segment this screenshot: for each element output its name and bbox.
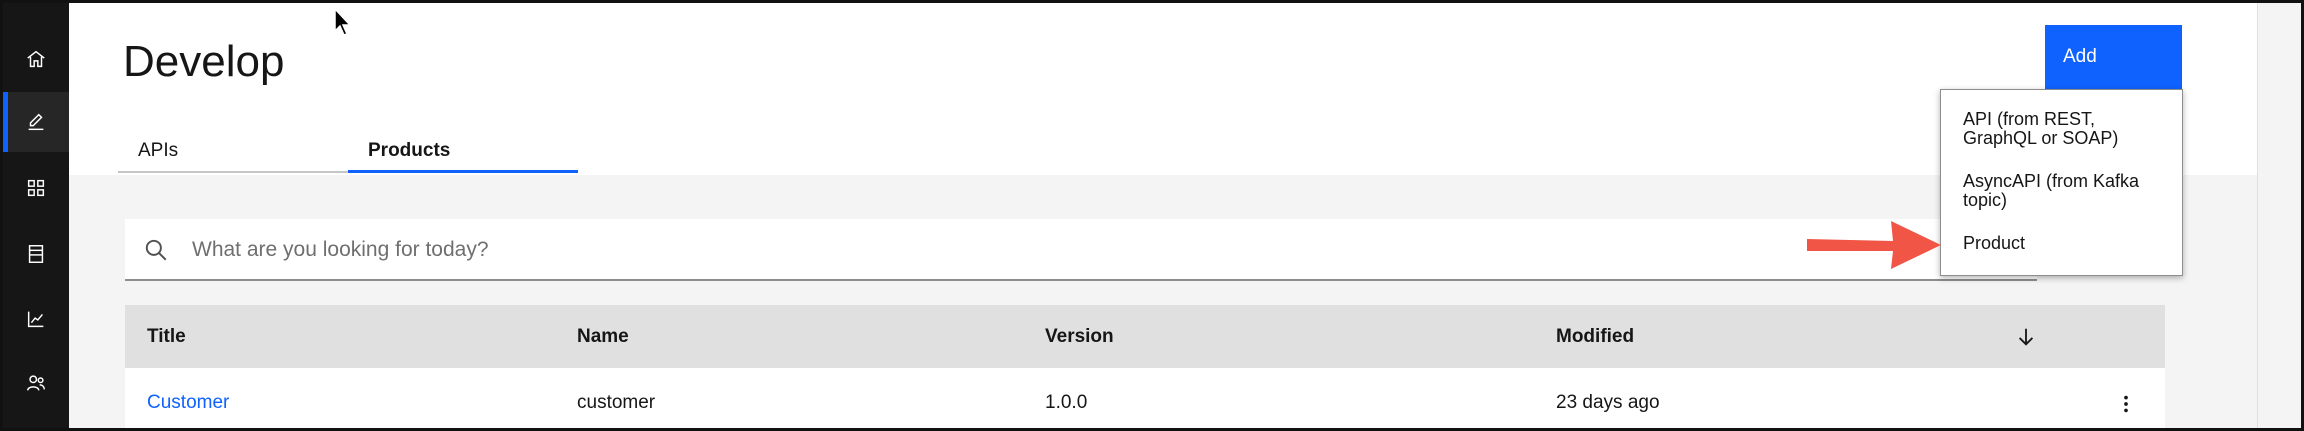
tab-apis[interactable]: APIs bbox=[118, 131, 348, 173]
column-header-modified[interactable]: Modified bbox=[1556, 305, 1634, 368]
app-window: Develop APIs Products Title Name Version… bbox=[0, 0, 2304, 431]
menu-item-product-label: Product bbox=[1963, 233, 2026, 253]
page-title: Develop bbox=[123, 37, 285, 86]
menu-item-api-line2: GraphQL or SOAP) bbox=[1963, 128, 2119, 148]
search-bar bbox=[125, 219, 2037, 281]
sort-arrow-down-icon[interactable] bbox=[2015, 325, 2037, 349]
apps-grid-icon bbox=[27, 179, 45, 197]
table-header: Title Name Version Modified bbox=[125, 305, 2165, 368]
sidebar-item-catalog[interactable] bbox=[3, 224, 69, 284]
row-version: 1.0.0 bbox=[1045, 392, 1088, 413]
sidebar-item-develop[interactable] bbox=[3, 92, 69, 152]
users-icon bbox=[27, 375, 45, 391]
column-header-version[interactable]: Version bbox=[1045, 305, 1114, 368]
home-icon bbox=[27, 50, 45, 68]
sidebar bbox=[3, 3, 69, 428]
sidebar-item-users[interactable] bbox=[3, 353, 69, 413]
column-header-name[interactable]: Name bbox=[577, 305, 629, 368]
row-name: customer bbox=[577, 392, 656, 413]
table-row: Customer customer 1.0.0 23 days ago bbox=[125, 368, 2165, 428]
search-icon bbox=[145, 239, 167, 261]
menu-item-asyncapi-line2: topic) bbox=[1963, 190, 2008, 210]
menu-item-asyncapi-line1: AsyncAPI (from Kafka bbox=[1963, 171, 2140, 191]
sidebar-item-analytics[interactable] bbox=[3, 289, 69, 349]
tab-products[interactable]: Products bbox=[348, 131, 578, 173]
analytics-icon bbox=[27, 311, 44, 328]
menu-item-api[interactable]: API (from REST, GraphQL or SOAP) bbox=[1963, 110, 2168, 148]
mouse-pointer-icon bbox=[334, 7, 352, 36]
search-input[interactable] bbox=[190, 229, 1994, 271]
annotation-arrow-icon bbox=[1807, 221, 1941, 269]
edit-icon bbox=[28, 113, 44, 131]
sidebar-item-home[interactable] bbox=[3, 29, 69, 89]
menu-item-api-line1: API (from REST, bbox=[1963, 109, 2096, 129]
menu-item-product[interactable]: Product bbox=[1963, 234, 2168, 253]
sidebar-item-manage[interactable] bbox=[3, 158, 69, 218]
row-title-link[interactable]: Customer bbox=[147, 368, 229, 428]
column-header-title[interactable]: Title bbox=[147, 305, 186, 368]
catalog-icon bbox=[28, 245, 44, 263]
add-button[interactable]: Add bbox=[2045, 25, 2182, 89]
tab-list: APIs Products bbox=[118, 131, 578, 175]
menu-item-asyncapi[interactable]: AsyncAPI (from Kafka topic) bbox=[1963, 172, 2168, 210]
add-dropdown-menu: API (from REST, GraphQL or SOAP) AsyncAP… bbox=[1940, 89, 2183, 276]
right-panel-edge bbox=[2257, 3, 2301, 428]
row-modified: 23 days ago bbox=[1556, 392, 1660, 413]
overflow-menu-icon[interactable] bbox=[2115, 393, 2137, 415]
